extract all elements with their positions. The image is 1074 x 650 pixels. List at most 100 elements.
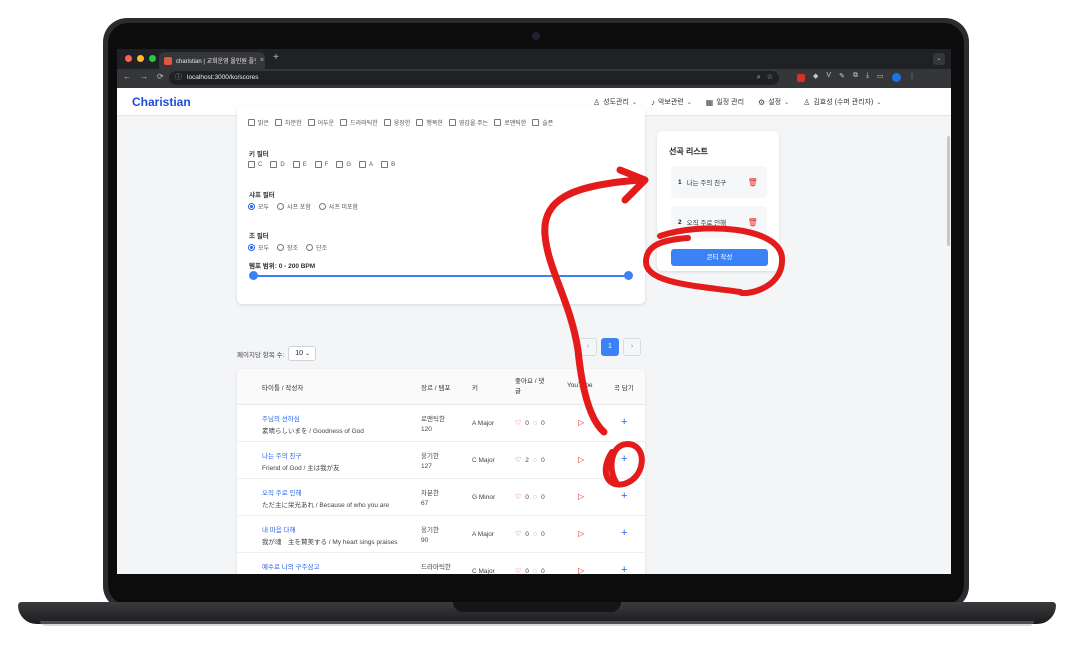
menu-scores[interactable]: ♪ 악보관련 ⌄: [651, 97, 692, 107]
menu-user[interactable]: ♙ 김효성 (수퍼 관리자) ⌄: [803, 97, 881, 107]
profile-avatar[interactable]: [891, 73, 901, 82]
heart-icon[interactable]: ♡: [515, 530, 521, 538]
mood-option[interactable]: 드라마틱한: [340, 118, 378, 127]
browser-menu-icon[interactable]: ⋮: [909, 72, 916, 82]
comment-icon[interactable]: ◌: [533, 420, 537, 427]
setlist-item[interactable]: 2 오직 주로 인해 🗑: [671, 206, 767, 238]
comment-icon[interactable]: ◌: [533, 457, 537, 464]
prev-page-button[interactable]: ‹: [579, 338, 597, 356]
checkbox[interactable]: [292, 161, 300, 168]
mood-option[interactable]: 슬픈: [532, 118, 553, 127]
sharp-option-include[interactable]: 샤프 포함: [277, 202, 311, 211]
youtube-play-icon[interactable]: ▷: [578, 455, 584, 464]
add-to-setlist-icon[interactable]: +: [621, 416, 627, 428]
key-option[interactable]: E: [292, 161, 307, 168]
menu-settings[interactable]: ⚙ 설정 ⌄: [758, 97, 789, 107]
comment-icon[interactable]: ◌: [533, 531, 537, 538]
browser-tab[interactable]: charistian | 교회운영 올인원 플랫 ×: [159, 52, 265, 69]
minimize-window-button[interactable]: [137, 55, 144, 62]
setlist-item[interactable]: 1 나는 주의 친구 🗑: [671, 166, 767, 198]
song-title-link[interactable]: 주님의 선하심: [262, 413, 300, 423]
download-icon[interactable]: ⤓: [866, 72, 869, 82]
radio[interactable]: [306, 244, 314, 251]
song-title-link[interactable]: 나는 주의 친구: [262, 450, 302, 460]
youtube-play-icon[interactable]: ▷: [578, 418, 584, 427]
extension-pen-icon[interactable]: ✎: [839, 72, 845, 82]
trash-icon[interactable]: 🗑: [748, 178, 758, 187]
mood-option[interactable]: 차분한: [275, 118, 302, 127]
trash-icon[interactable]: 🗑: [748, 218, 758, 227]
heart-icon[interactable]: ♡: [515, 419, 521, 427]
extension-diamond-icon[interactable]: ◆: [813, 72, 818, 82]
checkbox[interactable]: [383, 119, 391, 126]
mood-option[interactable]: 영감을 주는: [448, 118, 488, 127]
page-button-current[interactable]: 1: [601, 338, 619, 356]
song-title-link[interactable]: 예수로 나의 구주삼고: [262, 561, 319, 571]
key-option[interactable]: F: [314, 161, 328, 168]
mode-option-major[interactable]: 장조: [277, 243, 298, 252]
mode-option-minor[interactable]: 단조: [306, 243, 327, 252]
extension-red-icon[interactable]: [797, 74, 805, 82]
tempo-max-handle[interactable]: [624, 271, 633, 280]
tab-search-button[interactable]: ⌄: [933, 53, 945, 65]
brand-logo[interactable]: Charistian: [132, 95, 191, 109]
checkbox[interactable]: [532, 119, 540, 126]
address-bar[interactable]: ⓘ localhost:3000/ko/scores ⌕ ☆: [169, 71, 779, 85]
checkbox[interactable]: [248, 119, 255, 126]
radio-selected[interactable]: [248, 203, 255, 210]
checkbox[interactable]: [416, 119, 424, 126]
bookmark-star-icon[interactable]: ☆: [767, 71, 773, 85]
radio[interactable]: [277, 244, 285, 251]
key-option[interactable]: D: [270, 161, 285, 168]
checkbox[interactable]: [494, 119, 502, 126]
checkbox[interactable]: [381, 161, 389, 168]
key-option[interactable]: C: [248, 161, 262, 168]
song-title-link[interactable]: 오직 주로 인해: [262, 487, 302, 497]
song-title-link[interactable]: 내 마음 다해: [262, 524, 296, 534]
mode-option-all[interactable]: 모두: [248, 243, 269, 252]
mood-option[interactable]: 어두운: [307, 118, 334, 127]
add-to-setlist-icon[interactable]: +: [621, 564, 627, 574]
comment-icon[interactable]: ◌: [533, 568, 537, 575]
extension-v-icon[interactable]: V: [826, 72, 831, 82]
next-page-button[interactable]: ›: [623, 338, 641, 356]
new-tab-button[interactable]: +: [273, 52, 279, 63]
radio[interactable]: [318, 203, 326, 210]
per-page-select[interactable]: 10 ⌄: [288, 346, 317, 361]
checkbox[interactable]: [275, 119, 283, 126]
sharp-option-exclude[interactable]: 샤프 미포함: [318, 202, 358, 211]
tempo-slider-track[interactable]: [253, 275, 629, 277]
mood-option[interactable]: 웅장한: [383, 118, 410, 127]
key-option[interactable]: G: [336, 161, 351, 168]
heart-icon[interactable]: ♡: [515, 456, 521, 464]
forward-button[interactable]: →: [140, 72, 148, 81]
zoom-icon[interactable]: ⌕: [757, 71, 761, 85]
sharp-option-all[interactable]: 모두: [248, 202, 269, 211]
sidepanel-icon[interactable]: ▭: [877, 72, 884, 82]
checkbox[interactable]: [270, 161, 278, 168]
create-conti-button[interactable]: 콘티 작성: [671, 249, 768, 266]
checkbox[interactable]: [340, 119, 348, 126]
menu-schedule[interactable]: ▦ 일정 관리: [706, 97, 744, 107]
comment-icon[interactable]: ◌: [533, 494, 537, 501]
extensions-puzzle-icon[interactable]: ⧉: [853, 72, 858, 82]
youtube-play-icon[interactable]: ▷: [578, 566, 584, 574]
checkbox[interactable]: [248, 161, 255, 168]
heart-icon[interactable]: ♡: [515, 567, 521, 574]
site-info-icon[interactable]: ⓘ: [175, 71, 182, 85]
checkbox[interactable]: [359, 161, 367, 168]
close-window-button[interactable]: [125, 55, 132, 62]
radio[interactable]: [277, 203, 285, 210]
key-option[interactable]: A: [359, 161, 373, 168]
tab-close-icon[interactable]: ×: [260, 57, 264, 64]
checkbox[interactable]: [314, 161, 322, 168]
back-button[interactable]: ←: [123, 72, 131, 81]
add-to-setlist-icon[interactable]: +: [621, 453, 627, 465]
mood-option[interactable]: 밝은: [248, 118, 269, 127]
radio-selected[interactable]: [248, 244, 255, 251]
checkbox[interactable]: [448, 119, 456, 126]
youtube-play-icon[interactable]: ▷: [578, 529, 584, 538]
add-to-setlist-icon[interactable]: +: [621, 490, 627, 502]
add-to-setlist-icon[interactable]: +: [621, 527, 627, 539]
reload-button[interactable]: ⟳: [157, 72, 164, 81]
